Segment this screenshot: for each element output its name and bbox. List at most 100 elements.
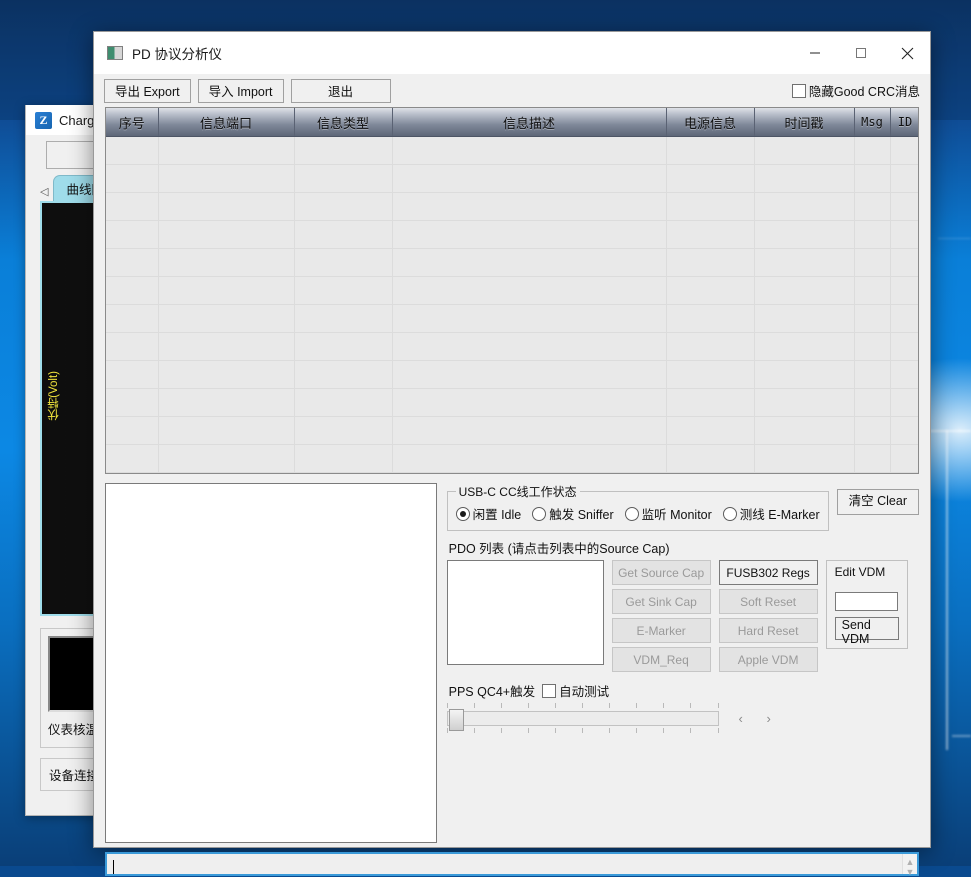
cell bbox=[890, 165, 919, 193]
cell bbox=[666, 361, 754, 389]
cell bbox=[854, 333, 890, 361]
table-row[interactable] bbox=[106, 249, 919, 277]
table-row[interactable] bbox=[106, 333, 919, 361]
pdo-list-label: PDO 列表 (请点击列表中的Source Cap) bbox=[449, 538, 919, 557]
tab-scroll-left-icon[interactable]: ◁ bbox=[40, 185, 53, 201]
window-title: PD 协议分析仪 bbox=[132, 43, 792, 63]
cell bbox=[854, 221, 890, 249]
table-row[interactable] bbox=[106, 445, 919, 473]
detail-panel[interactable] bbox=[105, 483, 437, 843]
table-row[interactable] bbox=[106, 473, 919, 475]
column-header-seq[interactable]: 序号 bbox=[106, 108, 158, 137]
console-textarea[interactable]: ▲ ▼ bbox=[105, 852, 919, 876]
cell bbox=[890, 361, 919, 389]
cell bbox=[392, 445, 666, 473]
radio-monitor-label: 监听 Monitor bbox=[642, 504, 712, 523]
cell bbox=[294, 137, 392, 165]
text-caret bbox=[113, 860, 114, 874]
get-sink-cap-button[interactable]: Get Sink Cap bbox=[612, 589, 711, 614]
cell bbox=[294, 165, 392, 193]
cell bbox=[754, 389, 854, 417]
cell bbox=[158, 445, 294, 473]
auto-test-label: 自动测试 bbox=[559, 681, 609, 700]
e-marker-button[interactable]: E-Marker bbox=[612, 618, 711, 643]
cc-status-radios: 闲置 Idle 触发 Sniffer 监听 Monitor 测线 E- bbox=[456, 504, 820, 523]
scroll-down-icon[interactable]: ▼ bbox=[906, 867, 915, 877]
cell bbox=[854, 361, 890, 389]
table-row[interactable] bbox=[106, 193, 919, 221]
wallpaper-streak bbox=[938, 238, 971, 239]
pps-slider[interactable] bbox=[447, 703, 719, 733]
table-row[interactable] bbox=[106, 165, 919, 193]
cell bbox=[392, 221, 666, 249]
message-table[interactable]: 序号 信息端口 信息类型 信息描述 电源信息 时间戳 Msg ID bbox=[105, 107, 919, 474]
radio-emarker[interactable]: 测线 E-Marker bbox=[723, 504, 820, 523]
radio-sniffer-label: 触发 Sniffer bbox=[549, 504, 613, 523]
table-row[interactable] bbox=[106, 277, 919, 305]
cell bbox=[854, 249, 890, 277]
column-header-power-info[interactable]: 电源信息 bbox=[666, 108, 754, 137]
titlebar[interactable]: PD 协议分析仪 bbox=[94, 32, 930, 74]
console-scrollbar[interactable]: ▲ ▼ bbox=[902, 854, 917, 874]
clear-button[interactable]: 清空 Clear bbox=[837, 489, 919, 515]
table-row[interactable] bbox=[106, 361, 919, 389]
cell bbox=[754, 277, 854, 305]
radio-idle[interactable]: 闲置 Idle bbox=[456, 504, 522, 523]
cell bbox=[854, 165, 890, 193]
cell bbox=[754, 417, 854, 445]
hard-reset-button[interactable]: Hard Reset bbox=[719, 618, 818, 643]
cell bbox=[392, 193, 666, 221]
pd-analyzer-window[interactable]: PD 协议分析仪 导出 Export 导入 Import 退出 隐藏Good C… bbox=[93, 31, 931, 848]
table-row[interactable] bbox=[106, 389, 919, 417]
cell bbox=[106, 417, 158, 445]
apple-vdm-button[interactable]: Apple VDM bbox=[719, 647, 818, 672]
cell bbox=[890, 305, 919, 333]
cell bbox=[106, 473, 158, 475]
cell bbox=[158, 473, 294, 475]
fusb302-regs-button[interactable]: FUSB302 Regs bbox=[719, 560, 818, 585]
cell bbox=[158, 333, 294, 361]
vdm-req-button[interactable]: VDM_Req bbox=[612, 647, 711, 672]
column-header-msg[interactable]: Msg bbox=[854, 108, 890, 137]
hide-good-crc-checkbox[interactable]: 隐藏Good CRC消息 bbox=[792, 81, 920, 100]
soft-reset-button[interactable]: Soft Reset bbox=[719, 589, 818, 614]
table-row[interactable] bbox=[106, 137, 919, 165]
export-button[interactable]: 导出 Export bbox=[104, 79, 191, 103]
cell bbox=[666, 165, 754, 193]
cell bbox=[754, 445, 854, 473]
column-header-description[interactable]: 信息描述 bbox=[392, 108, 666, 137]
radio-sniffer[interactable]: 触发 Sniffer bbox=[532, 504, 613, 523]
minimize-button[interactable] bbox=[792, 32, 838, 74]
cell bbox=[890, 221, 919, 249]
edit-vdm-input[interactable] bbox=[835, 592, 898, 611]
cell bbox=[890, 137, 919, 165]
spinner-prev-icon[interactable]: ‹ bbox=[728, 708, 754, 729]
spinner-next-icon[interactable]: › bbox=[756, 708, 782, 729]
send-vdm-button[interactable]: Send VDM bbox=[835, 617, 899, 640]
column-header-port[interactable]: 信息端口 bbox=[158, 108, 294, 137]
table-row[interactable] bbox=[106, 417, 919, 445]
radio-idle-label: 闲置 Idle bbox=[473, 504, 522, 523]
column-header-type[interactable]: 信息类型 bbox=[294, 108, 392, 137]
maximize-button[interactable] bbox=[838, 32, 884, 74]
cell bbox=[666, 389, 754, 417]
get-source-cap-button[interactable]: Get Source Cap bbox=[612, 560, 711, 585]
close-button[interactable] bbox=[884, 32, 930, 74]
pdo-list[interactable] bbox=[447, 560, 604, 665]
slider-track[interactable] bbox=[447, 711, 719, 726]
table-row[interactable] bbox=[106, 305, 919, 333]
column-header-id[interactable]: ID bbox=[890, 108, 919, 137]
import-button[interactable]: 导入 Import bbox=[198, 79, 284, 103]
table-body bbox=[106, 137, 919, 475]
auto-test-checkbox[interactable]: 自动测试 bbox=[542, 681, 609, 700]
radio-monitor[interactable]: 监听 Monitor bbox=[625, 504, 712, 523]
cell bbox=[666, 221, 754, 249]
cell bbox=[392, 389, 666, 417]
background-window-title: Charg bbox=[59, 113, 94, 128]
cell bbox=[666, 333, 754, 361]
exit-button[interactable]: 退出 bbox=[291, 79, 391, 103]
column-header-timestamp[interactable]: 时间戳 bbox=[754, 108, 854, 137]
slider-ticks-bottom bbox=[447, 728, 719, 733]
table-row[interactable] bbox=[106, 221, 919, 249]
cell bbox=[106, 249, 158, 277]
